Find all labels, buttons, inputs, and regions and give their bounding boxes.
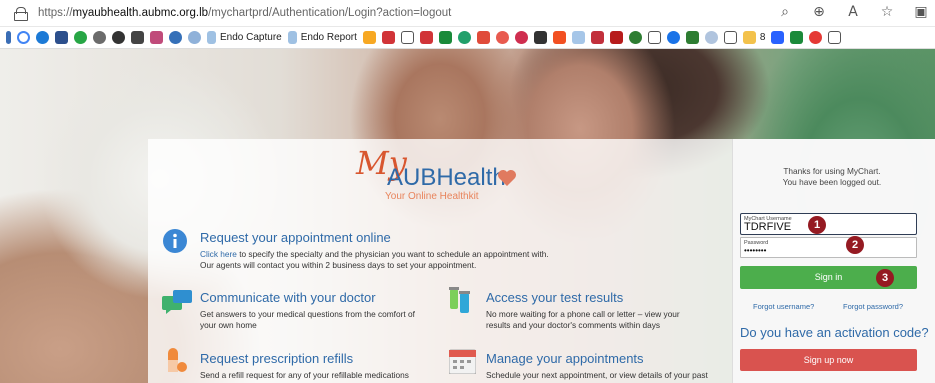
test-tubes-icon — [449, 287, 470, 313]
feature-description: Click here to specify the specialty and … — [200, 249, 600, 271]
logout-message-line: Thanks for using MyChart. — [783, 166, 881, 176]
password-field[interactable]: Password •••••••• — [740, 237, 917, 258]
url-path: /mychartprd/Authentication/Login?action=… — [208, 7, 452, 19]
info-icon — [163, 229, 187, 253]
bookmark-icon[interactable] — [36, 31, 49, 44]
bookmark-icon[interactable] — [131, 31, 144, 44]
bookmark-icon[interactable] — [628, 31, 642, 44]
feature-desc-line: No more waiting for a phone call or lett… — [486, 309, 680, 319]
document-icon[interactable] — [400, 31, 414, 44]
logo-tagline: Your Online Healthkit — [385, 191, 479, 202]
bookmark-icon[interactable] — [438, 31, 452, 44]
url-host: myaubhealth.aubmc.org.lb — [72, 7, 209, 19]
feature-desc-line: to specify the specialty and the physici… — [236, 249, 549, 259]
microsoft-icon[interactable] — [552, 31, 566, 44]
feature-title[interactable]: Communicate with your doctor — [200, 290, 376, 305]
bookmark-icon[interactable] — [495, 31, 509, 44]
bookmark-icon[interactable] — [150, 31, 163, 44]
bookmark-icon[interactable] — [476, 31, 490, 44]
bookmark-icon[interactable] — [362, 31, 376, 44]
bookmarks-bar: Endo Capture Endo Report 8 — [0, 27, 935, 49]
annotation-badge: 1 — [808, 216, 826, 234]
bookmark-icon[interactable] — [609, 31, 623, 44]
sign-up-button[interactable]: Sign up now — [740, 349, 917, 371]
logout-message: Thanks for using MyChart. You have been … — [742, 166, 922, 188]
bookmark-icon[interactable] — [590, 31, 604, 44]
chart-icon[interactable] — [533, 31, 547, 44]
google-icon[interactable] — [17, 31, 30, 44]
feature-title[interactable]: Request prescription refills — [200, 351, 353, 366]
cloud-icon[interactable] — [666, 31, 680, 44]
bookmark-icon[interactable] — [704, 31, 718, 44]
feature-desc-line: Send a refill request for any of your re… — [200, 370, 409, 380]
favorite-star-icon[interactable]: ☆ — [879, 4, 895, 20]
annotation-badge: 2 — [846, 236, 864, 254]
bookmark-endo-capture[interactable]: Endo Capture — [207, 31, 282, 44]
bookmark-icon[interactable] — [457, 31, 471, 44]
document-icon[interactable] — [723, 31, 737, 44]
bookmark-icon[interactable] — [188, 31, 201, 44]
feature-description: No more waiting for a phone call or lett… — [486, 309, 726, 331]
feature-title[interactable]: Manage your appointments — [486, 351, 644, 366]
feature-title[interactable]: Access your test results — [486, 290, 623, 305]
bookmark-icon[interactable] — [169, 31, 182, 44]
bookmark-icon[interactable] — [685, 31, 699, 44]
pill-icon — [168, 348, 187, 372]
activation-code-link[interactable]: Do you have an activation code? — [740, 325, 929, 340]
url-text[interactable]: https://myaubhealth.aubmc.org.lb/mychart… — [38, 7, 451, 19]
heart-icon — [498, 170, 516, 186]
feature-desc-line: results and your doctor's comments withi… — [486, 320, 661, 330]
bookmark-folder[interactable]: 8 — [742, 31, 766, 44]
feature-title[interactable]: Request your appointment online — [200, 230, 391, 245]
logout-message-line: You have been logged out. — [782, 177, 882, 187]
document-icon[interactable] — [828, 31, 842, 44]
document-icon[interactable] — [647, 31, 661, 44]
folder-icon — [742, 31, 756, 44]
extension-icon[interactable]: ▣ — [913, 4, 929, 20]
bookmark-label: Endo Capture — [220, 32, 282, 43]
feature-description: Get answers to your medical questions fr… — [200, 309, 440, 331]
toolbar-icons: ⌕ ⊕ A ☆ ▣ — [777, 4, 929, 20]
bookmark-icon[interactable] — [74, 31, 87, 44]
myaubhealth-logo: My AUBHealth Your Online Healthkit — [352, 144, 532, 209]
address-bar[interactable]: https://myaubhealth.aubmc.org.lb/mychart… — [0, 0, 935, 27]
username-field[interactable]: MyChart Username TDRFIVE — [740, 213, 917, 235]
bookmark-icon[interactable] — [112, 31, 125, 44]
page-icon — [207, 31, 216, 44]
forgot-username-link[interactable]: Forgot username? — [753, 302, 814, 311]
password-value[interactable]: •••••••• — [744, 246, 766, 255]
feature-desc-line: your own home — [200, 320, 257, 330]
lock-icon[interactable] — [14, 7, 28, 21]
username-value[interactable]: TDRFIVE — [744, 221, 791, 233]
bookmark-icon[interactable] — [419, 31, 433, 44]
bookmark-icon[interactable] — [809, 31, 823, 44]
feature-desc-line: Our agents will contact you within 2 bus… — [200, 260, 477, 270]
bookmark-endo-report[interactable]: Endo Report — [287, 31, 357, 44]
feature-desc-line: Get answers to your medical questions fr… — [200, 309, 415, 319]
bookmark-icon[interactable] — [514, 31, 528, 44]
feature-description: Schedule your next appointment, or view … — [486, 370, 726, 381]
bookmark-icon[interactable] — [93, 31, 106, 44]
annotation-badge: 3 — [876, 269, 894, 287]
url-prefix: https:// — [38, 7, 73, 19]
page-icon — [287, 31, 297, 44]
bookmark-icon[interactable] — [771, 31, 785, 44]
search-icon[interactable]: ⌕ — [777, 4, 793, 20]
bookmark-icon[interactable] — [6, 31, 11, 44]
bookmark-icon[interactable] — [571, 31, 585, 44]
zoom-icon[interactable]: ⊕ — [811, 4, 827, 20]
read-aloud-icon[interactable]: A — [845, 4, 861, 20]
bookmark-icon[interactable] — [790, 31, 804, 44]
folder-count: 8 — [759, 32, 766, 43]
calendar-icon — [449, 349, 476, 374]
logo-brand: AUBHealth — [387, 164, 506, 191]
chat-bubbles-icon — [162, 290, 192, 314]
click-here-link[interactable]: Click here — [200, 249, 237, 259]
bookmark-icon[interactable] — [55, 31, 68, 44]
bookmark-icon[interactable] — [381, 31, 395, 44]
feature-description: Send a refill request for any of your re… — [200, 370, 460, 381]
bookmark-label: Endo Report — [300, 32, 357, 43]
feature-desc-line: Schedule your next appointment, or view … — [486, 370, 708, 380]
forgot-password-link[interactable]: Forgot password? — [843, 302, 903, 311]
